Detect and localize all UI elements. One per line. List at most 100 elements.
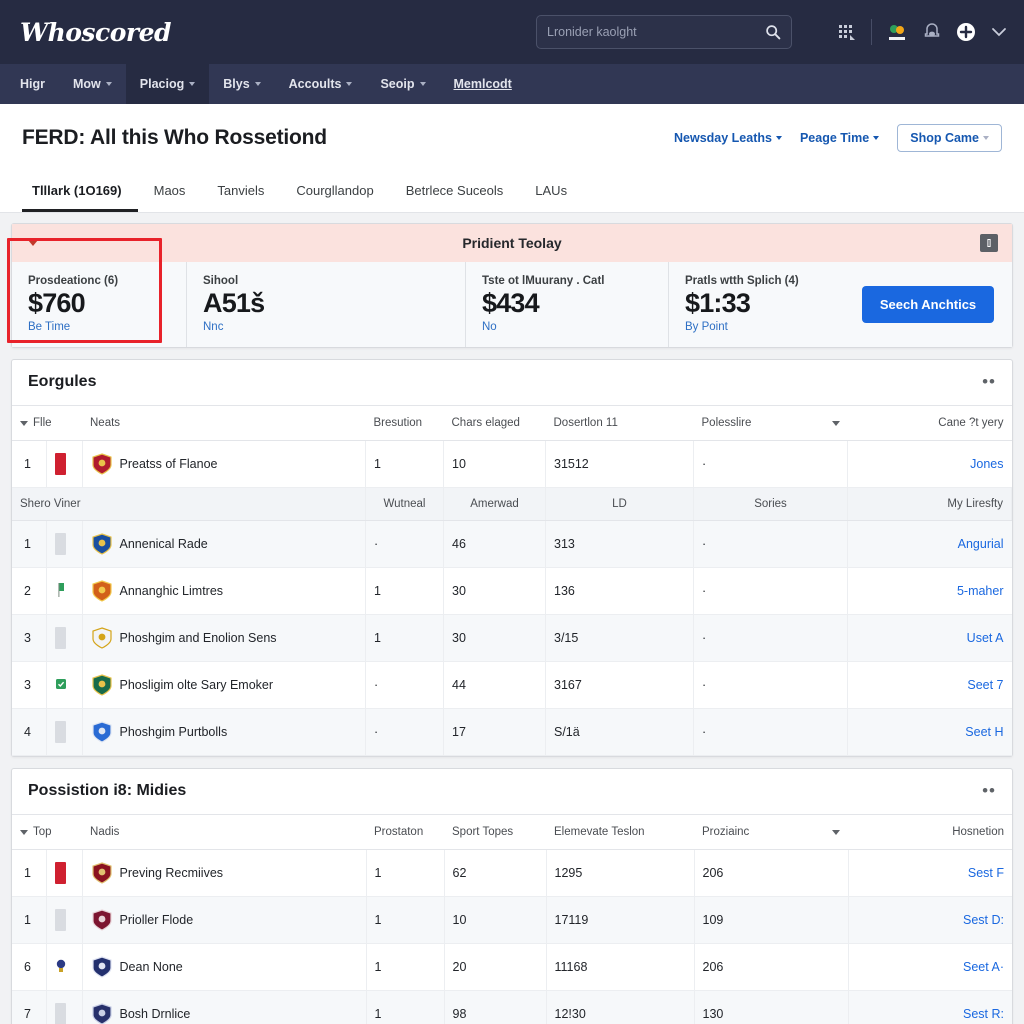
row-value-1: 1: [366, 849, 445, 898]
col-header-top[interactable]: Top: [12, 815, 83, 851]
top-header-bar: Whoscored: [0, 0, 1024, 64]
header-action-newsday-leaths[interactable]: Newsday Leaths: [674, 131, 782, 145]
row-name-cell[interactable]: Phosligim olte Sary Emoker: [82, 661, 366, 710]
tab-laus[interactable]: LAUs: [519, 174, 583, 212]
col-header-sport-topes[interactable]: Sport Topes: [444, 815, 546, 851]
row-rank: 1: [12, 849, 47, 898]
search-analytics-button[interactable]: Seech Anchtics: [861, 286, 995, 324]
nav-item-seoip[interactable]: Seoip: [366, 64, 439, 104]
row-rank: 1: [12, 520, 47, 569]
row-rank: 2: [12, 567, 47, 616]
nav-item-blys[interactable]: Blys: [209, 64, 274, 104]
col-header-dosertlon-11[interactable]: Dosertlon 11: [545, 406, 694, 442]
nav-item-mow[interactable]: Mow: [59, 64, 126, 104]
row-name-cell[interactable]: Preatss of Flanoe: [82, 440, 366, 489]
row-name-cell[interactable]: Annanghic Limtres: [82, 567, 366, 616]
nav-item-accoults[interactable]: Accoults: [275, 64, 367, 104]
col-header-nadis[interactable]: Nadis: [82, 815, 366, 851]
stat-card-0[interactable]: Prosdeationc (6) $760 Be Time: [12, 262, 187, 348]
tab-tanviels[interactable]: Tanviels: [201, 174, 280, 212]
stat-sublabel[interactable]: Be Time: [28, 321, 170, 333]
col-header-polesslire[interactable]: Polesslire: [693, 406, 848, 442]
table-row[interactable]: 3 Phosligim olte Sary Emoker · 44 3167 · Seet …: [12, 661, 1012, 710]
search-input[interactable]: [547, 25, 765, 39]
row-link[interactable]: Seet 7: [847, 661, 1012, 710]
collapse-caret-icon[interactable]: [28, 240, 38, 246]
dropdown-caret-icon[interactable]: [832, 829, 840, 835]
notification-bell-icon[interactable]: [922, 21, 942, 43]
tab-courgllandop[interactable]: Courgllandop: [280, 174, 389, 212]
nav-item-higr[interactable]: Higr: [6, 64, 59, 104]
table-row[interactable]: 1 Annenical Rade · 46 313 · Angurial: [12, 520, 1012, 569]
tab-tlllark-1o169-[interactable]: Tlllark (1O169): [22, 174, 138, 212]
table-one-menu-icon[interactable]: ••: [982, 373, 996, 390]
table-row[interactable]: 1 Preatss of Flanoe 1 10 31512 · Jones: [12, 440, 1012, 489]
row-link[interactable]: Sest D:: [848, 896, 1012, 945]
row-rank: 3: [12, 661, 47, 710]
table-row[interactable]: 6 Dean None 1 20 11168 206 Seet A·: [12, 943, 1012, 992]
stat-card-1[interactable]: Sihool A51š Nnc: [187, 262, 466, 348]
row-name-cell[interactable]: Phoshgim Purtbolls: [82, 708, 366, 757]
row-name-cell[interactable]: Prioller Flode: [82, 896, 367, 945]
search-icon[interactable]: [765, 24, 781, 40]
table-row[interactable]: 1 Preving Recmiives 1 62 1295 206 Sest F: [12, 849, 1012, 898]
table-row[interactable]: 1 Prioller Flode 1 10 17119 109 Sest D:: [12, 896, 1012, 945]
info-square-button[interactable]: [980, 234, 998, 252]
nav-item-memlcodt[interactable]: Memlcodt: [440, 64, 526, 104]
apps-grid-icon[interactable]: [837, 22, 857, 42]
row-link[interactable]: Jones: [847, 440, 1012, 489]
header-action-peage-time[interactable]: Peage Time: [800, 131, 880, 145]
row-value-2: 98: [444, 990, 547, 1024]
stat-sublabel[interactable]: No: [482, 321, 652, 333]
row-link[interactable]: Sest F: [848, 849, 1012, 898]
table-two-menu-icon[interactable]: ••: [982, 782, 996, 799]
dropdown-caret-icon[interactable]: [831, 420, 840, 426]
row-marker-cell: [46, 896, 83, 945]
row-link[interactable]: 5-maher: [847, 567, 1012, 616]
table-row[interactable]: 2 Annanghic Limtres 1 30 136 · 5-maher: [12, 567, 1012, 616]
col-header-cane-t-yery[interactable]: Cane ?t yery: [847, 406, 1012, 442]
row-name-cell[interactable]: Bosh Drnlice: [82, 990, 367, 1024]
row-value-2: 62: [444, 849, 547, 898]
tab-label: Courgllandop: [296, 183, 374, 198]
stat-value: $760: [28, 288, 86, 318]
col-header-neats[interactable]: Neats: [82, 406, 366, 442]
row-name-label: Annanghic Limtres: [119, 584, 224, 599]
nav-item-placiog[interactable]: Placiog: [125, 64, 210, 104]
col-header-bresution[interactable]: Bresution: [365, 406, 444, 442]
row-value-1: 1: [365, 614, 444, 663]
col-header-flle[interactable]: Flle: [12, 406, 82, 442]
stat-sublabel[interactable]: Nnc: [203, 321, 449, 333]
row-name-cell[interactable]: Preving Recmiives: [82, 849, 367, 898]
row-name-cell[interactable]: Phoshgim and Enolion Sens: [82, 614, 366, 663]
tab-betrlece-suceols[interactable]: Betrlece Suceols: [390, 174, 520, 212]
col-header-chars-elaged[interactable]: Chars elaged: [443, 406, 546, 442]
row-name-label: Dean None: [119, 960, 183, 975]
row-link[interactable]: Sest R:: [848, 990, 1012, 1024]
row-link[interactable]: Angurial: [847, 520, 1012, 569]
stat-card-2[interactable]: Tste ot lMuurany . Catl $434 No: [466, 262, 669, 348]
col-header-prostaton[interactable]: Prostaton: [366, 815, 444, 851]
brand-logo[interactable]: Whoscored: [20, 18, 171, 47]
row-link[interactable]: Uset A: [847, 614, 1012, 663]
people-icon[interactable]: [886, 22, 908, 42]
row-name-cell[interactable]: Dean None: [82, 943, 367, 992]
table-row[interactable]: 4 Phoshgim Purtbolls · 17 S/1ä · Seet H: [12, 708, 1012, 757]
header-action-shop-came[interactable]: Shop Came: [897, 124, 1002, 152]
col-header-hosnetion[interactable]: Hosnetion: [848, 815, 1012, 851]
stat-label: Prosdeationc (6): [28, 275, 119, 287]
col-header-proziainc[interactable]: Proziainc: [694, 815, 848, 851]
tab-maos[interactable]: Maos: [138, 174, 202, 212]
table-row[interactable]: 3 Phoshgim and Enolion Sens 1 30 3/15 · Uset A: [12, 614, 1012, 663]
row-link[interactable]: Seet A·: [848, 943, 1012, 992]
table-row[interactable]: 7 Bosh Drnlice 1 98 12!30 130 Sest R:: [12, 990, 1012, 1024]
col-header-elemevate-teslon[interactable]: Elemevate Teslon: [546, 815, 694, 851]
chevron-down-icon[interactable]: [990, 23, 1008, 41]
stat-sublabel[interactable]: By Point: [685, 321, 828, 333]
row-link[interactable]: Seet H: [847, 708, 1012, 757]
stat-card-3[interactable]: Pratls wtth Splich (4) $1:33 By Point: [669, 262, 844, 347]
row-name-cell[interactable]: Annenical Rade: [82, 520, 366, 569]
search-box[interactable]: [536, 15, 792, 49]
add-circle-icon[interactable]: [956, 22, 976, 42]
stat-value: $1:33: [685, 288, 751, 318]
